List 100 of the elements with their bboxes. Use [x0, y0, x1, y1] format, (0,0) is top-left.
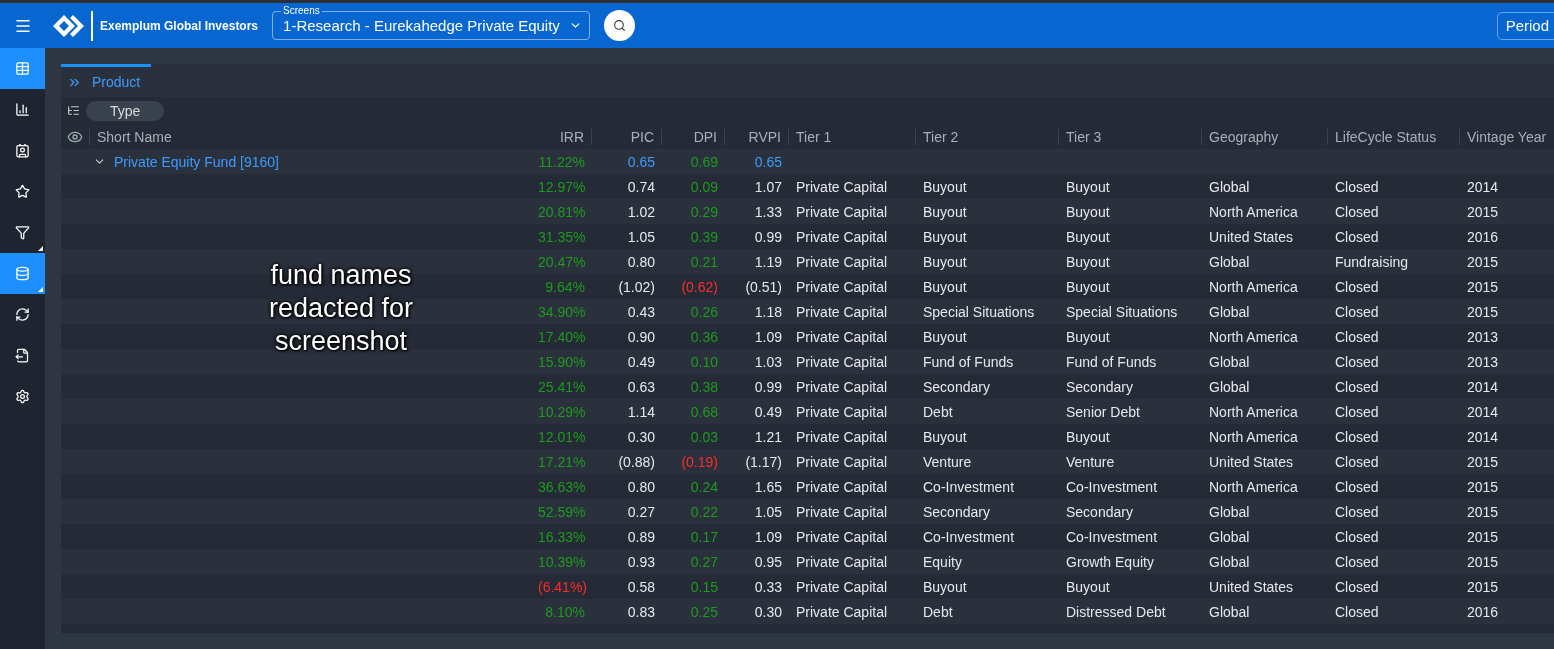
table-cell-text: 2013 [1466, 353, 1500, 370]
table-cell-text: Private Capital [795, 528, 889, 545]
database-icon [15, 266, 30, 281]
group-total-cell-text: 11.22% [537, 153, 586, 170]
table-cell-text: Global [1208, 603, 1251, 620]
group-row-toggle[interactable]: Private Equity Fund [9160] [61, 152, 531, 171]
logo-icon [51, 12, 87, 39]
table-cell-text: 25.41% [537, 378, 587, 395]
table-cell-text: 0.90 [626, 328, 656, 345]
table-cell-text: 12.97% [537, 178, 587, 195]
column-header[interactable]: Tier 3 [1059, 128, 1202, 145]
table-cell-text: Global [1208, 303, 1251, 320]
table-cell-text: Closed [1334, 178, 1380, 195]
table-cell-text: Buyout [922, 428, 968, 445]
table-cell-text: United States [1208, 453, 1295, 470]
table-cell-text: Private Capital [795, 328, 889, 345]
table-cell-text: 0.49 [753, 403, 783, 420]
table-cell-text: Buyout [1065, 278, 1111, 295]
column-header[interactable]: Tier 1 [789, 128, 916, 145]
table-cell-text: Closed [1334, 328, 1380, 345]
table-cell-text: 0.68 [689, 403, 719, 420]
table-cell-text: Fundraising [1334, 253, 1410, 270]
column-header[interactable]: LifeCycle Status [1328, 128, 1460, 145]
column-header[interactable]: PIC [592, 128, 662, 145]
table-cell-text: Private Capital [795, 553, 889, 570]
table-cell-text: North America [1208, 478, 1299, 495]
group-chip[interactable]: Type [86, 100, 165, 121]
table-cell-text: (0.19) [680, 453, 719, 470]
table-cell-text: Debt [922, 603, 954, 620]
table-cell-text: Buyout [922, 278, 968, 295]
table-cell-text: 34.90% [537, 303, 587, 320]
table-cell-text: 0.27 [626, 503, 656, 520]
table-cell-text: 20.81% [537, 203, 587, 220]
product-tab[interactable]: Product [61, 64, 151, 97]
column-header[interactable]: Short Name [89, 128, 179, 145]
column-header[interactable]: Geography [1202, 128, 1328, 145]
table-cell-text: 17.40% [537, 328, 587, 345]
redaction-note: fund names redacted for screenshot [267, 259, 415, 358]
table-cell-text: Buyout [922, 253, 968, 270]
group-total-cell-text: 0.65 [626, 153, 656, 170]
table-cell-text: Closed [1334, 428, 1380, 445]
table-cell-text: 1.09 [753, 528, 783, 545]
table-cell-text: 0.17 [689, 528, 719, 545]
table-cell-text: 1.05 [626, 228, 656, 245]
table-cell-text: 0.63 [626, 378, 656, 395]
table-cell-text: Buyout [1065, 578, 1111, 595]
table-cell-text: 0.22 [689, 503, 719, 520]
table-cell-text: Co-Investment [922, 478, 1016, 495]
table-cell-text: 0.03 [689, 428, 719, 445]
table-cell-text: 0.30 [753, 603, 783, 620]
table-cell-text: 2015 [1466, 303, 1500, 320]
table-cell-text: 0.15 [689, 578, 719, 595]
table-cell-text: Private Capital [795, 228, 889, 245]
table-cell-text: 0.99 [753, 228, 783, 245]
search-button[interactable] [604, 10, 636, 41]
table-cell-text: 0.38 [689, 378, 719, 395]
table-cell-text: 0.99 [753, 378, 783, 395]
column-header[interactable]: DPI [662, 128, 725, 145]
table-cell-text: (1.02) [617, 278, 656, 295]
table-cell-text: Closed [1334, 503, 1380, 520]
table-cell-text: Special Situations [1065, 303, 1179, 320]
table-cell-text: Private Capital [795, 578, 889, 595]
column-header[interactable]: Vintage Year [1460, 128, 1554, 145]
table-cell-text: Secondary [1065, 378, 1134, 395]
table-cell-text: Fund of Funds [1065, 353, 1158, 370]
table-cell-text: 1.07 [753, 178, 783, 195]
table-cell-text: 2015 [1466, 578, 1500, 595]
table-cell-text: Private Capital [795, 178, 889, 195]
table-cell-text: United States [1208, 228, 1295, 245]
brand-name: Exemplum Global Investors [91, 10, 259, 41]
table-cell-text: 16.33% [537, 528, 587, 545]
search-icon [613, 19, 627, 32]
screen-select[interactable]: Screens 1-Research - Eurekahedge Private Equity [272, 3, 591, 40]
column-header[interactable]: IRR [531, 128, 592, 145]
table-cell-text: North America [1208, 203, 1299, 220]
table-cell-text: 0.80 [626, 478, 656, 495]
table-cell-text: 0.49 [626, 353, 656, 370]
table-cell-text: 0.27 [689, 553, 719, 570]
table-cell-text: 1.33 [753, 203, 783, 220]
table-cell-text: 0.93 [626, 553, 656, 570]
table-cell-text: 8.10% [544, 603, 586, 620]
table-cell-text: 10.29% [537, 403, 587, 420]
table-cell-text: Closed [1334, 278, 1380, 295]
period-button[interactable]: Period [1496, 11, 1554, 40]
column-header[interactable]: RVPI [725, 128, 789, 145]
table-cell-text: Private Capital [795, 353, 889, 370]
table-cell-text: 0.83 [626, 603, 656, 620]
table-cell-text: 0.95 [753, 553, 783, 570]
table-cell-text: Global [1208, 503, 1251, 520]
table-cell-text: Buyout [1065, 428, 1111, 445]
table-cell-text: Distressed Debt [1065, 603, 1167, 620]
table-cell-text: 52.59% [537, 503, 587, 520]
table-cell-text: Closed [1334, 603, 1380, 620]
table-cell-text: Global [1208, 528, 1251, 545]
table-cell-text: 2014 [1466, 178, 1500, 195]
table-cell-text: Private Capital [795, 203, 889, 220]
column-header[interactable]: Tier 2 [916, 128, 1059, 145]
table-cell-text: Global [1208, 353, 1251, 370]
filter-icon [15, 225, 30, 240]
select-label: Screens [281, 5, 322, 17]
